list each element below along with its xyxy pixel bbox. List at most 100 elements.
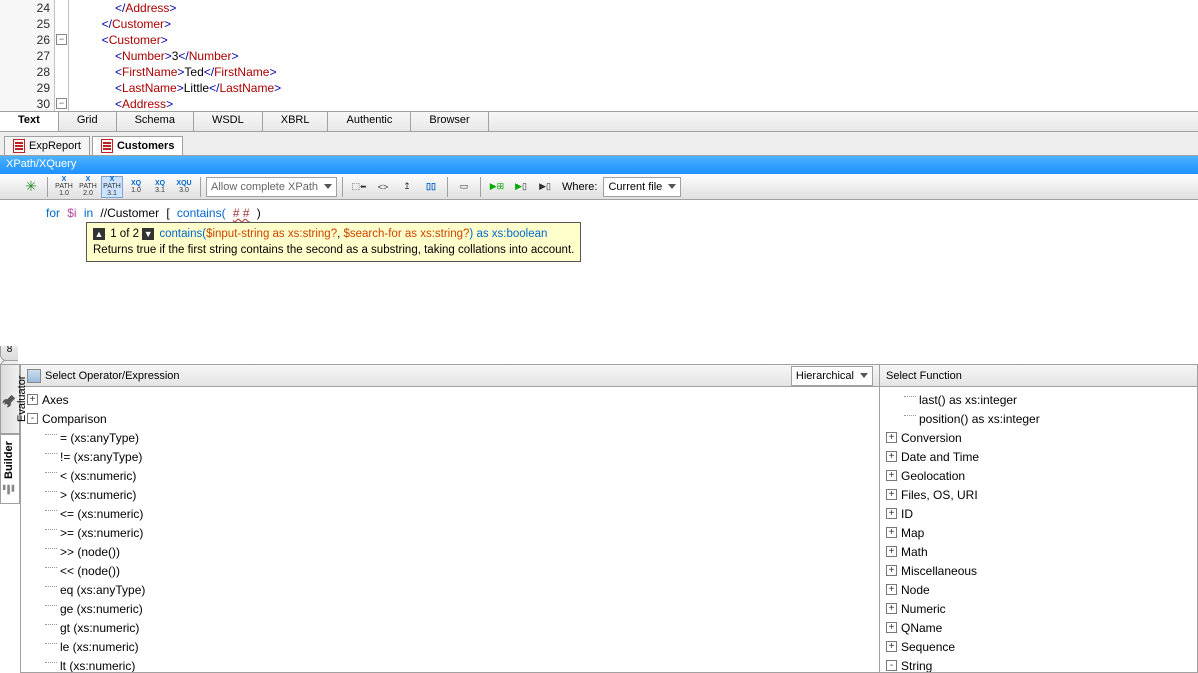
tree-toggle-icon[interactable]: + bbox=[886, 584, 897, 595]
tree-item[interactable]: + Miscellaneous bbox=[882, 561, 1195, 580]
tree-item[interactable]: +Sequence bbox=[882, 637, 1195, 656]
tree-item[interactable]: le (xs:numeric) bbox=[23, 637, 877, 656]
tree-label: Date and Time bbox=[901, 450, 979, 464]
tree-toggle-icon[interactable]: - bbox=[27, 413, 38, 424]
tree-item[interactable]: +Geolocation bbox=[882, 466, 1195, 485]
next-overload-icon[interactable]: ▼ bbox=[142, 228, 154, 240]
operator-tree[interactable]: +Axes-Comparison= (xs:anyType)!= (xs:any… bbox=[21, 387, 879, 672]
view-tab-wsdl[interactable]: WSDL bbox=[194, 112, 263, 131]
tree-toggle-icon[interactable]: - bbox=[886, 660, 897, 671]
tree-item[interactable]: +Axes bbox=[23, 390, 877, 409]
tree-item[interactable]: lt (xs:numeric) bbox=[23, 656, 877, 672]
tree-item[interactable]: + Date and Time bbox=[882, 447, 1195, 466]
tree-item[interactable]: > (xs:numeric) bbox=[23, 485, 877, 504]
tree-toggle-icon[interactable]: + bbox=[886, 565, 897, 576]
tree-item[interactable]: -Comparison bbox=[23, 409, 877, 428]
tree-toggle-icon[interactable]: + bbox=[886, 546, 897, 557]
view-mode-dropdown[interactable]: Hierarchical bbox=[791, 366, 873, 386]
indent-button[interactable]: ⬚⬅ bbox=[348, 176, 370, 198]
code-button[interactable]: <> bbox=[372, 176, 394, 198]
tree-label: Miscellaneous bbox=[901, 564, 977, 578]
tree-item[interactable]: >= (xs:numeric) bbox=[23, 523, 877, 542]
tree-item[interactable]: +Node bbox=[882, 580, 1195, 599]
code-body[interactable]: </Address> </Customer> <Customer> <Numbe… bbox=[69, 0, 1198, 111]
side-tab-label: Builder bbox=[3, 441, 15, 479]
tree-item[interactable]: +ID bbox=[882, 504, 1195, 523]
view-tab-grid[interactable]: Grid bbox=[59, 112, 117, 131]
doc-tab-expreport[interactable]: ExpReport bbox=[4, 136, 90, 155]
xpath31-button[interactable]: XPATH3.1 bbox=[101, 176, 123, 198]
tree-toggle-icon[interactable]: + bbox=[27, 394, 38, 405]
nav-up-button[interactable]: ↥ bbox=[396, 176, 418, 198]
evaluator-tab[interactable]: Evaluator bbox=[0, 364, 20, 434]
doc-tab-customers[interactable]: Customers bbox=[92, 136, 183, 155]
xpath10-button[interactable]: XPATH1.0 bbox=[53, 176, 75, 198]
tree-toggle-icon[interactable]: + bbox=[886, 432, 897, 443]
hierarchy-button[interactable]: ▯▯ bbox=[420, 176, 442, 198]
tree-item[interactable]: +Conversion bbox=[882, 428, 1195, 447]
tree-toggle-icon[interactable]: + bbox=[886, 508, 897, 519]
tree-toggle-icon[interactable]: + bbox=[886, 622, 897, 633]
tree-item[interactable]: << (node()) bbox=[23, 561, 877, 580]
tree-item[interactable]: gt (xs:numeric) bbox=[23, 618, 877, 637]
tree-item[interactable]: +Math bbox=[882, 542, 1195, 561]
view-tab-xbrl[interactable]: XBRL bbox=[263, 112, 329, 131]
tree-item[interactable]: != (xs:anyType) bbox=[23, 447, 877, 466]
sig-arg2: $search-for as xs:string? bbox=[344, 228, 470, 240]
view-tab-browser[interactable]: Browser bbox=[411, 112, 488, 131]
tree-connector bbox=[45, 453, 57, 454]
file-icon bbox=[101, 139, 113, 153]
tree-item[interactable]: position() as xs:integer bbox=[882, 409, 1195, 428]
tree-toggle-icon[interactable]: + bbox=[886, 527, 897, 538]
xq10-button[interactable]: XQ1.0 bbox=[125, 176, 147, 198]
tree-item[interactable]: < (xs:numeric) bbox=[23, 466, 877, 485]
tree-item[interactable]: +Map bbox=[882, 523, 1195, 542]
xpath-mode-dropdown[interactable]: Allow complete XPath bbox=[206, 177, 337, 197]
view-tab-schema[interactable]: Schema bbox=[117, 112, 194, 131]
view-tab-authentic[interactable]: Authentic bbox=[328, 112, 411, 131]
toolbar-separator bbox=[447, 177, 448, 197]
tree-label: Files, OS, URI bbox=[901, 488, 978, 502]
run-all-button[interactable]: ▶▯ bbox=[534, 176, 556, 198]
scope-value: Current file bbox=[608, 181, 662, 193]
chevron-down-icon bbox=[668, 184, 676, 189]
tree-item[interactable]: <= (xs:numeric) bbox=[23, 504, 877, 523]
tree-item[interactable]: +Numeric bbox=[882, 599, 1195, 618]
scope-dropdown[interactable]: Current file bbox=[603, 177, 681, 197]
xpath20-button[interactable]: XPATH2.0 bbox=[77, 176, 99, 198]
run-file-button[interactable]: ▶▯ bbox=[510, 176, 532, 198]
tree-label: <= (xs:numeric) bbox=[60, 507, 143, 521]
bracket: [ bbox=[166, 206, 169, 220]
run-button[interactable]: ▶⊞ bbox=[486, 176, 508, 198]
tree-toggle-icon[interactable]: + bbox=[886, 489, 897, 500]
tree-item[interactable]: >> (node()) bbox=[23, 542, 877, 561]
prev-overload-icon[interactable]: ▲ bbox=[93, 228, 105, 240]
tree-toggle-icon[interactable]: + bbox=[886, 641, 897, 652]
tree-connector bbox=[45, 586, 57, 587]
tree-item[interactable]: = (xs:anyType) bbox=[23, 428, 877, 447]
tree-item[interactable]: ge (xs:numeric) bbox=[23, 599, 877, 618]
fold-toggle-icon[interactable]: − bbox=[56, 34, 67, 45]
tree-item[interactable]: last() as xs:integer bbox=[882, 390, 1195, 409]
tree-toggle-icon[interactable]: + bbox=[886, 451, 897, 462]
view-tab-text[interactable]: Text bbox=[0, 112, 59, 131]
xq31-button[interactable]: XQ3.1 bbox=[149, 176, 171, 198]
tree-item[interactable]: eq (xs:anyType) bbox=[23, 580, 877, 599]
tree-label: QName bbox=[901, 621, 942, 635]
fold-toggle-icon[interactable]: − bbox=[56, 98, 67, 109]
tree-item[interactable]: -String bbox=[882, 656, 1195, 672]
builder-tab[interactable]: Builder bbox=[0, 434, 20, 504]
function-tree[interactable]: last() as xs:integerposition() as xs:int… bbox=[880, 387, 1197, 672]
kw-var: $i bbox=[67, 206, 76, 220]
xpath-expression-input[interactable]: for $i in //Customer [ contains( # # ) ▲… bbox=[0, 200, 1198, 346]
tree-toggle-icon[interactable]: + bbox=[886, 470, 897, 481]
debug-icon[interactable]: ✳ bbox=[20, 176, 42, 198]
tree-label: ge (xs:numeric) bbox=[60, 602, 143, 616]
tree-toggle-icon[interactable]: + bbox=[886, 603, 897, 614]
tree-connector bbox=[45, 662, 57, 663]
xqu30-button[interactable]: XQU3.0 bbox=[173, 176, 195, 198]
tree-item[interactable]: + Files, OS, URI bbox=[882, 485, 1195, 504]
tree-item[interactable]: + QName bbox=[882, 618, 1195, 637]
xml-view-button[interactable]: ▭ bbox=[453, 176, 475, 198]
kw-path: //Customer bbox=[100, 206, 159, 220]
